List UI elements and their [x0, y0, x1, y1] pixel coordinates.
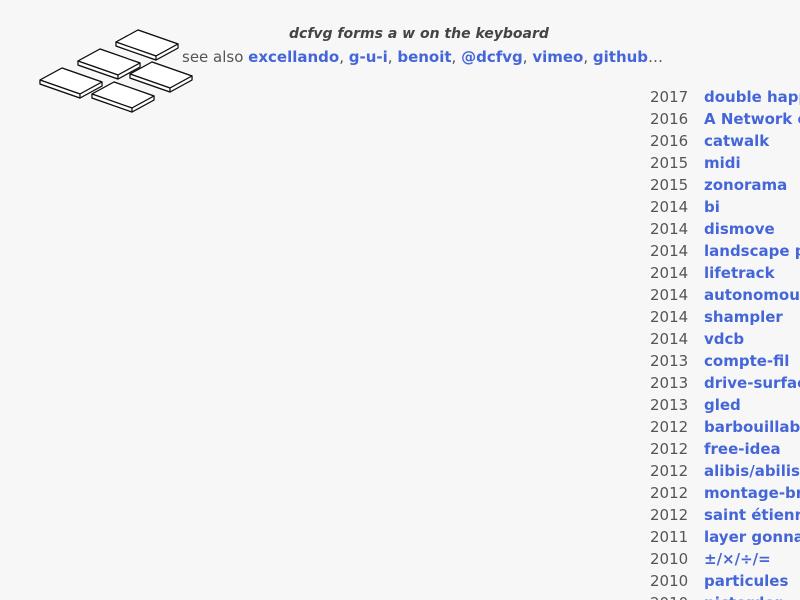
project-row: 2015 midi — [650, 152, 800, 174]
project-year: 2013 — [650, 352, 689, 370]
project-link[interactable]: midi — [704, 154, 741, 172]
project-year: 2014 — [650, 264, 689, 282]
project-row: 2010 ±/×/÷/= — [650, 548, 800, 570]
project-list: 2017 double happ 2016 A Network of 2016 catwa… — [650, 86, 800, 600]
project-row: 2013 drive-surface — [650, 372, 800, 394]
project-year: 2014 — [650, 286, 689, 304]
project-year: 2012 — [650, 484, 689, 502]
project-row: 2012 montage-bru — [650, 482, 800, 504]
project-row: 2016 A Network of — [650, 108, 800, 130]
project-year: 2015 — [650, 154, 689, 172]
project-link[interactable]: zonorama — [704, 176, 787, 194]
project-year: 2012 — [650, 418, 689, 436]
project-year: 2014 — [650, 198, 689, 216]
project-row: 2012 barbouillable — [650, 416, 800, 438]
project-link[interactable]: compte-fil — [704, 352, 789, 370]
page: dcfvg forms a w on the keyboard see also… — [0, 0, 800, 600]
project-row: 2014 autonomous — [650, 284, 800, 306]
link-g-u-i[interactable]: g-u-i — [349, 48, 388, 66]
project-row: 2013 compte-fil — [650, 350, 800, 372]
project-row: 2011 layer gonna l — [650, 526, 800, 548]
project-link[interactable]: ±/×/÷/= — [704, 550, 771, 568]
project-link[interactable]: pictordor — [704, 594, 782, 600]
project-row: 2014 lifetrack — [650, 262, 800, 284]
project-year: 2012 — [650, 506, 689, 524]
project-year: 2014 — [650, 330, 689, 348]
project-row: 2014 dismove — [650, 218, 800, 240]
project-year: 2013 — [650, 396, 689, 414]
project-year: 2017 — [650, 88, 689, 106]
project-link[interactable]: vdcb — [704, 330, 744, 348]
project-year: 2014 — [650, 220, 689, 238]
project-year: 2015 — [650, 176, 689, 194]
project-row: 2012 saint étienne — [650, 504, 800, 526]
ellipsis: … — [648, 48, 664, 66]
project-row: 2017 double happ — [650, 86, 800, 108]
link-github[interactable]: github — [593, 48, 648, 66]
project-row: 2015 zonorama — [650, 174, 800, 196]
link-vimeo[interactable]: vimeo — [532, 48, 583, 66]
key-shape — [115, 29, 179, 61]
project-link[interactable]: shampler — [704, 308, 783, 326]
project-year: 2014 — [650, 242, 689, 260]
keyboard-keys-icon — [39, 29, 193, 113]
project-link[interactable]: barbouillable — [704, 418, 800, 436]
separator: , — [451, 48, 462, 66]
project-year: 2010 — [650, 592, 704, 600]
project-row: 2014 vdcb — [650, 328, 800, 350]
project-year: 2013 — [650, 374, 689, 392]
project-link[interactable]: lifetrack — [704, 264, 775, 282]
project-link[interactable]: A Network of — [704, 110, 800, 128]
project-row: 2012 free-idea — [650, 438, 800, 460]
project-year: 2010 — [650, 550, 689, 568]
see-also-label: see also — [182, 48, 249, 66]
link-dcfvg[interactable]: @dcfvg — [461, 48, 523, 66]
project-link[interactable]: alibis/abilis — [704, 462, 800, 480]
separator: , — [339, 48, 349, 66]
project-link[interactable]: montage-bru — [704, 484, 800, 502]
project-row: 2010 particules — [650, 570, 800, 592]
project-link[interactable]: free-idea — [704, 440, 781, 458]
separator: , — [522, 48, 533, 66]
project-link[interactable]: double happ — [704, 88, 800, 106]
tagline: dcfvg forms a w on the keyboard — [289, 26, 549, 42]
project-row: 2014 shampler — [650, 306, 800, 328]
project-link[interactable]: particules — [704, 572, 788, 590]
project-year: 2010 — [650, 572, 689, 590]
project-year: 2011 — [650, 528, 689, 546]
project-link[interactable]: gled — [704, 396, 741, 414]
project-year: 2014 — [650, 308, 689, 326]
project-row: 2013 gled — [650, 394, 800, 416]
project-row: 2010pictordor — [650, 592, 800, 600]
project-link[interactable]: landscape pa — [704, 242, 800, 260]
project-link[interactable]: layer gonna l — [704, 528, 800, 546]
project-link[interactable]: catwalk — [704, 132, 769, 150]
project-link[interactable]: drive-surface — [704, 374, 800, 392]
project-row: 2012 alibis/abilis — [650, 460, 800, 482]
project-link[interactable]: dismove — [704, 220, 775, 238]
project-year: 2016 — [650, 132, 689, 150]
project-year: 2012 — [650, 440, 689, 458]
link-excellando[interactable]: excellando — [248, 48, 339, 66]
link-benoit[interactable]: benoit — [397, 48, 451, 66]
project-row: 2014 bi — [650, 196, 800, 218]
project-year: 2016 — [650, 110, 689, 128]
project-link[interactable]: autonomous — [704, 286, 800, 304]
separator: , — [583, 48, 593, 66]
project-year: 2012 — [650, 462, 689, 480]
project-link[interactable]: saint étienne — [704, 506, 800, 524]
see-also-line: see also excellando, g-u-i, benoit, @dcf… — [182, 48, 663, 66]
separator: , — [387, 48, 398, 66]
project-row: 2014 landscape pa — [650, 240, 800, 262]
project-row: 2016 catwalk — [650, 130, 800, 152]
project-link[interactable]: bi — [704, 198, 720, 216]
